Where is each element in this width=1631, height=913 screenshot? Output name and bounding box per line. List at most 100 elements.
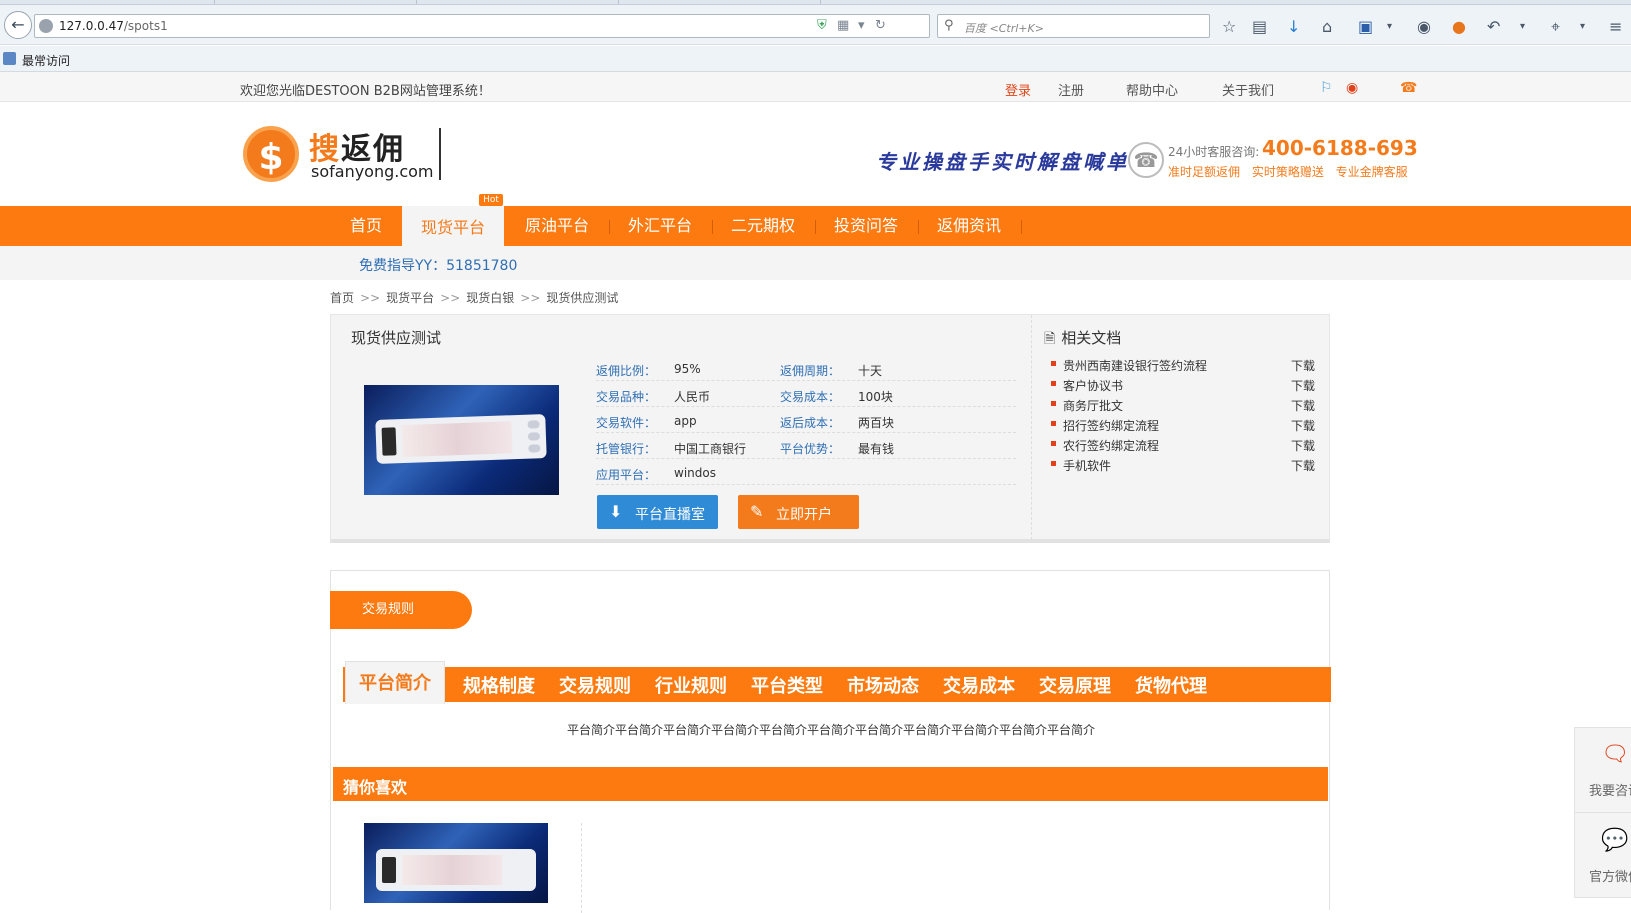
doc-download-link[interactable]: 下载 — [1291, 357, 1315, 374]
chevron-down-icon[interactable]: ▾ — [1387, 18, 1392, 36]
tab-market-news[interactable]: 市场动态 — [847, 667, 919, 702]
firefox-icon[interactable]: ● — [1452, 18, 1466, 36]
live-room-button[interactable]: ⬇ 平台直播室 — [597, 495, 718, 529]
open-account-button[interactable]: ✎ 立即开户 — [738, 495, 859, 529]
browser-tab[interactable] — [416, 0, 616, 4]
qr-code-icon[interactable]: ▦ — [837, 18, 849, 33]
breadcrumb: 首页 >> 现货平台 >> 现货白银 >> 现货供应测试 — [330, 289, 618, 306]
tab-specs[interactable]: 规格制度 — [463, 667, 535, 702]
back-arrow-icon[interactable]: ← — [4, 11, 32, 39]
home-icon[interactable]: ⌂ — [1322, 18, 1332, 36]
edit-icon: ✎ — [750, 502, 764, 521]
device-illustration — [376, 849, 536, 891]
weibo-icon[interactable]: ◉ — [1346, 80, 1358, 96]
photoshop-icon[interactable]: ▣ — [1358, 18, 1373, 36]
help-center-link[interactable]: 帮助中心 — [1126, 80, 1178, 99]
login-link[interactable]: 登录 — [1005, 80, 1031, 99]
search-icon: ⚲ — [944, 18, 954, 33]
nav-crude-oil[interactable]: 原油平台 — [516, 206, 598, 246]
recommend-product-image[interactable] — [364, 823, 548, 903]
tab-goods-agent[interactable]: 货物代理 — [1135, 667, 1207, 702]
tab-platform-intro[interactable]: 平台简介 — [345, 661, 445, 704]
tab-content: 平台简介平台简介平台简介平台简介平台简介平台简介平台简介平台简介平台简介平台简介… — [566, 723, 1095, 737]
nav-home[interactable]: 首页 — [340, 206, 392, 246]
breadcrumb-home[interactable]: 首页 — [330, 291, 354, 305]
nav-rebate-news[interactable]: 返佣资讯 — [928, 206, 1010, 246]
tab-industry-rules[interactable]: 行业规则 — [655, 667, 727, 702]
reload-icon[interactable]: ↻ — [875, 18, 886, 33]
breadcrumb-separator: >> — [440, 291, 461, 305]
crop-icon[interactable]: ⌖ — [1551, 18, 1560, 36]
doc-link[interactable]: 贵州西南建设银行签约流程 — [1063, 357, 1207, 374]
consult-widget[interactable]: 🗨 我要咨询 — [1575, 728, 1631, 808]
nav-forex[interactable]: 外汇平台 — [619, 206, 701, 246]
breadcrumb-spot-platform[interactable]: 现货平台 — [386, 291, 434, 305]
floating-side-widget: 🗨 我要咨询 💬 官方微信 — [1574, 727, 1631, 898]
phone-icon[interactable]: ☎ — [1400, 80, 1417, 96]
menu-icon[interactable]: ≡ — [1609, 18, 1622, 36]
download-icon[interactable]: ↓ — [1287, 18, 1300, 36]
reading-list-icon[interactable]: ▤ — [1252, 18, 1267, 36]
hot-badge: Hot — [479, 194, 503, 206]
chat-icon[interactable]: ◉ — [1417, 18, 1431, 36]
doc-download-link[interactable]: 下载 — [1291, 377, 1315, 394]
device-illustration — [375, 414, 547, 464]
doc-link[interactable]: 农行签约绑定流程 — [1063, 437, 1159, 454]
tab-trade-rules[interactable]: 交易规则 — [559, 667, 631, 702]
breadcrumb-separator: >> — [520, 291, 541, 305]
about-us-link[interactable]: 关于我们 — [1222, 80, 1274, 99]
nav-binary-options[interactable]: 二元期权 — [722, 206, 804, 246]
undo-icon[interactable]: ↶ — [1487, 18, 1500, 36]
doc-link[interactable]: 客户协议书 — [1063, 377, 1123, 394]
doc-download-link[interactable]: 下载 — [1291, 417, 1315, 434]
nav-separator — [712, 220, 713, 234]
guide-text: 免费指导YY：51851780 — [359, 258, 518, 274]
doc-item: 招行签约绑定流程 下载 — [1051, 415, 1323, 435]
globe-icon — [39, 19, 53, 33]
wechat-icon: 💬 — [1601, 828, 1629, 853]
doc-download-link[interactable]: 下载 — [1291, 457, 1315, 474]
recommend-divider — [581, 823, 582, 913]
browser-tab[interactable] — [618, 0, 818, 4]
spec-row: 交易软件： app 返后成本： 两百块 — [596, 407, 1016, 433]
chevron-down-icon[interactable]: ▾ — [1580, 18, 1585, 36]
doc-item: 农行签约绑定流程 下载 — [1051, 435, 1323, 455]
shield-icon[interactable]: ⛨ — [817, 18, 827, 33]
chevron-down-icon[interactable]: ▾ — [1520, 18, 1525, 36]
spec-label: 交易品种： — [596, 390, 657, 404]
wechat-widget[interactable]: 💬 官方微信 — [1575, 814, 1631, 894]
breadcrumb-current: 现货供应测试 — [546, 291, 619, 305]
doc-link[interactable]: 手机软件 — [1063, 457, 1111, 474]
nav-qa[interactable]: 投资问答 — [825, 206, 907, 246]
tab-trade-principle[interactable]: 交易原理 — [1039, 667, 1111, 702]
tab-trade-cost[interactable]: 交易成本 — [943, 667, 1015, 702]
nav-spot-platform[interactable]: 现货平台 — [402, 206, 504, 246]
bookmark-star-icon[interactable]: ☆ — [1222, 18, 1236, 36]
spec-label: 平台优势： — [780, 442, 841, 456]
doc-item: 贵州西南建设银行签约流程 下载 — [1051, 355, 1323, 375]
tab-platform-types[interactable]: 平台类型 — [751, 667, 823, 702]
spec-label: 返佣比例： — [596, 364, 657, 378]
address-bar[interactable]: 127.0.0.47/spots1 ⛨ ▦ ▾ ↻ — [34, 14, 930, 38]
product-image[interactable] — [364, 385, 559, 495]
browser-tab[interactable] — [214, 0, 414, 4]
site-logo[interactable]: $ 搜返佣 sofanyong.com — [243, 124, 443, 184]
doc-download-link[interactable]: 下载 — [1291, 397, 1315, 414]
search-input[interactable]: ⚲ 百度 <Ctrl+K> — [937, 14, 1210, 38]
doc-download-link[interactable]: 下载 — [1291, 437, 1315, 454]
header-slogan: 专业操盘手实时解盘喊单 — [876, 150, 1129, 174]
browser-tab[interactable] — [820, 0, 1020, 4]
spec-label: 交易成本： — [780, 390, 841, 404]
breadcrumb-silver[interactable]: 现货白银 — [466, 291, 514, 305]
bookmark-most-visited[interactable]: 最常访问 — [22, 52, 70, 69]
nav-separator — [918, 220, 919, 234]
widget-divider — [1575, 812, 1631, 813]
doc-link[interactable]: 商务厅批文 — [1063, 397, 1123, 414]
spec-label: 返佣周期： — [780, 364, 841, 378]
spec-row: 交易品种： 人民币 交易成本： 100块 — [596, 381, 1016, 407]
doc-link[interactable]: 招行签约绑定流程 — [1063, 417, 1159, 434]
dropdown-icon[interactable]: ▾ — [858, 18, 865, 33]
qq-icon[interactable]: ⚐ — [1320, 80, 1333, 96]
docs-title: 🗎 相关文档 — [1044, 329, 1122, 347]
register-link[interactable]: 注册 — [1058, 80, 1084, 99]
